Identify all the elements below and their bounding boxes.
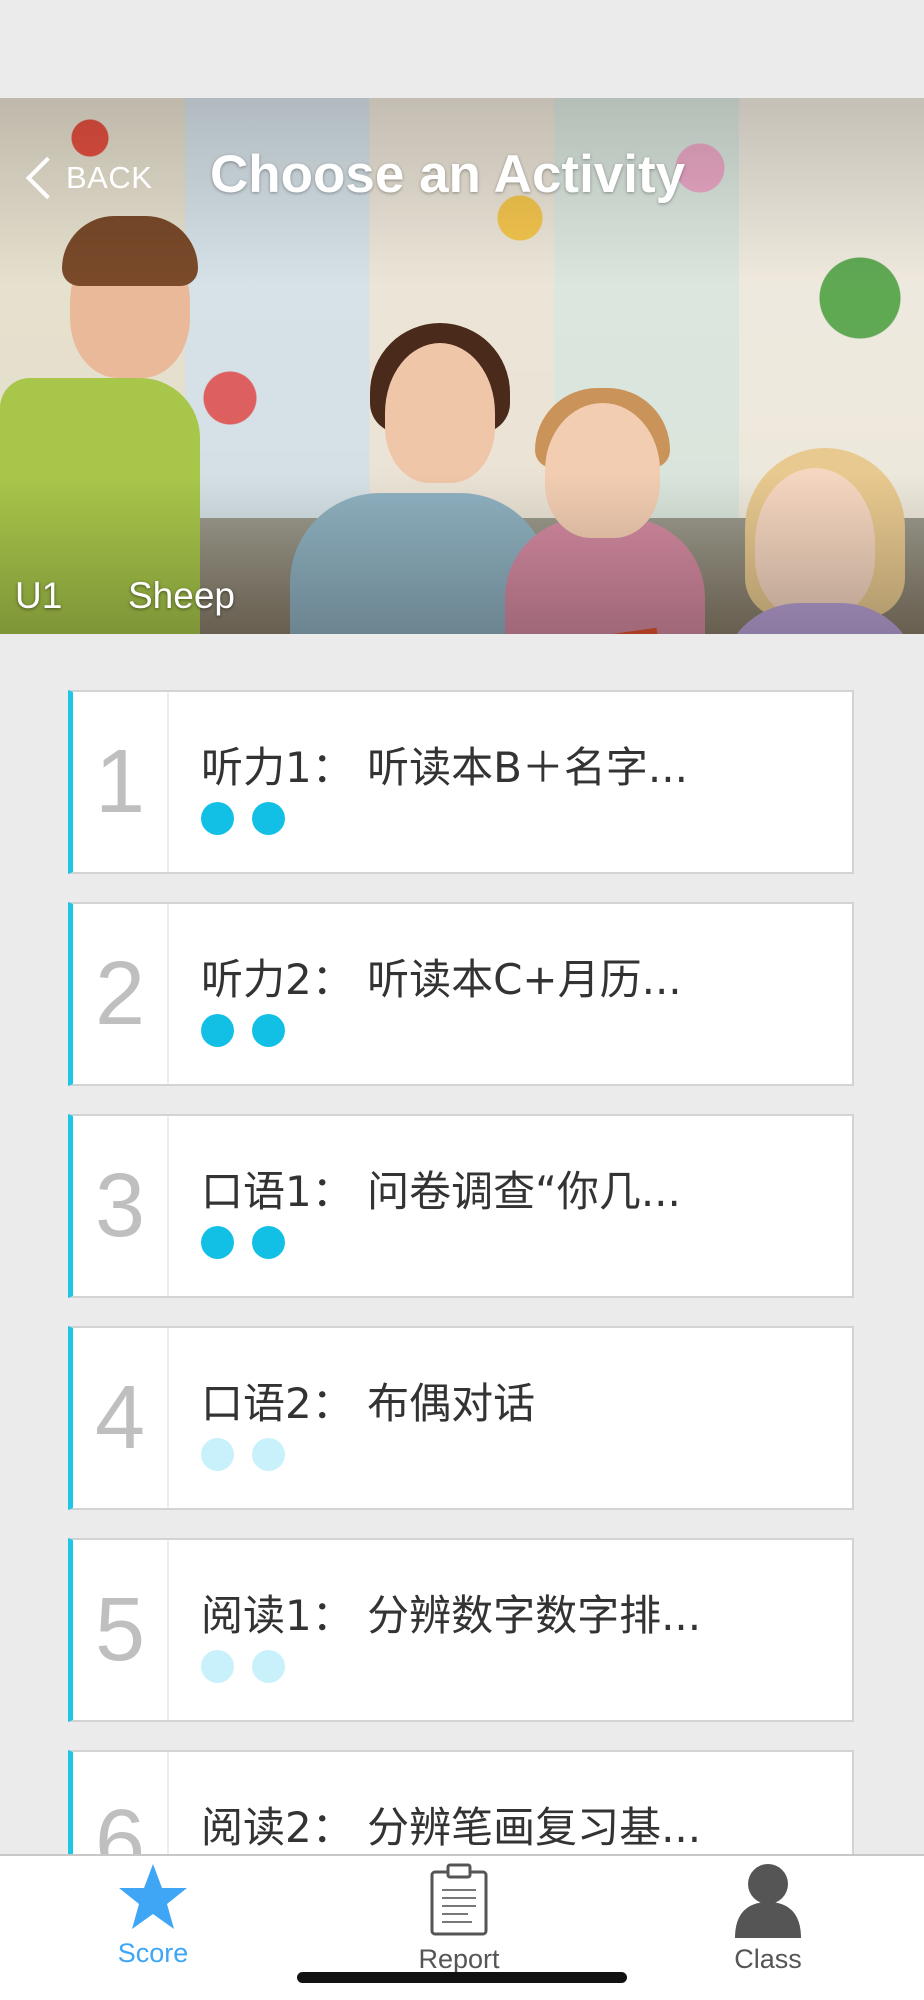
tab-score[interactable]: Score [63,1856,243,1976]
activity-number: 3 [73,1116,169,1296]
progress-dot [252,802,285,835]
activity-list[interactable]: 1 听力1： 听读本B＋名字... 2 听力2： 听读本C+月历... 3 口语… [0,634,924,1854]
person-icon [735,1864,801,1938]
back-button[interactable]: BACK [20,150,152,206]
activity-title: 听力1： 听读本B＋名字... [201,743,688,792]
activity-card-1[interactable]: 1 听力1： 听读本B＋名字... [68,690,854,874]
progress-dot [201,1650,234,1683]
tab-label: Report [418,1944,500,1974]
activity-number: 4 [73,1328,169,1508]
activity-progress [201,1650,285,1683]
star-icon [119,1864,187,1929]
activity-number: 6 [73,1752,169,1854]
progress-dot [252,1014,285,1047]
tab-class[interactable]: Class [678,1856,858,1976]
activity-progress [201,1014,285,1047]
progress-dot [201,1226,234,1259]
activity-progress [201,1226,285,1259]
tab-label: Class [734,1944,802,1974]
activity-card-5[interactable]: 5 阅读1： 分辨数字数字排... [68,1538,854,1722]
activity-title: 阅读2： 分辨笔画复习基... [201,1803,702,1852]
tab-label: Score [117,1938,189,1968]
activity-title: 听力2： 听读本C+月历... [201,955,682,1004]
activity-card-4[interactable]: 4 口语2： 布偶对话 [68,1326,854,1510]
activity-title: 口语2： 布偶对话 [201,1379,536,1428]
home-indicator [297,1972,627,1983]
unit-code: U1 [15,575,63,616]
activity-progress [201,802,285,835]
tab-report[interactable]: Report [369,1856,549,1976]
activity-card-6[interactable]: 6 阅读2： 分辨笔画复习基... [68,1750,854,1854]
progress-dot [201,1438,234,1471]
activity-title: 口语1： 问卷调查“你几... [201,1167,681,1216]
chevron-left-icon [25,156,69,200]
unit-name: Sheep [128,575,235,616]
progress-dot [252,1650,285,1683]
activity-number: 5 [73,1540,169,1720]
status-bar [0,0,924,98]
page-title: Choose an Activity [210,145,686,204]
report-icon [430,1863,488,1936]
progress-dot [252,1226,285,1259]
progress-dot [201,802,234,835]
activity-card-2[interactable]: 2 听力2： 听读本C+月历... [68,902,854,1086]
activity-number: 1 [73,692,169,872]
activity-progress [201,1438,285,1471]
progress-dot [201,1014,234,1047]
activity-number: 2 [73,904,169,1084]
progress-dot [252,1438,285,1471]
activity-title: 阅读1： 分辨数字数字排... [201,1591,702,1640]
back-label: BACK [66,160,153,195]
activity-card-3[interactable]: 3 口语1： 问卷调查“你几... [68,1114,854,1298]
